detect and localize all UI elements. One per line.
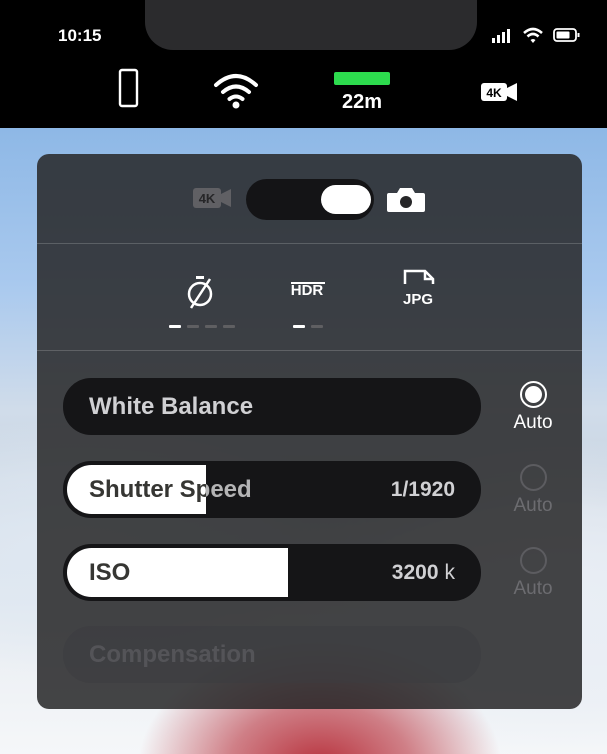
- auto-label: Auto: [513, 578, 553, 599]
- iso-value: 3200 k: [391, 561, 455, 584]
- iso-auto-toggle[interactable]: Auto: [503, 547, 563, 600]
- svg-text:HDR: HDR: [291, 282, 324, 299]
- shutter-speed-label: Shutter Speed: [89, 476, 252, 503]
- camera-icon[interactable]: [386, 187, 426, 213]
- white-balance-label: White Balance: [89, 393, 254, 420]
- wifi-icon: [214, 74, 258, 109]
- device-notch: [145, 0, 477, 50]
- auto-radio-icon[interactable]: [519, 381, 547, 408]
- system-status-icons: [492, 27, 580, 43]
- wifi-status-icon: [523, 27, 543, 43]
- iso-slider[interactable]: ISO 3200 k: [63, 544, 481, 601]
- phone-icon: [118, 68, 139, 108]
- auto-radio-icon[interactable]: [519, 464, 547, 491]
- shutter-speed-value: 1/1920: [390, 478, 455, 501]
- compensation-slider[interactable]: Compensation: [63, 626, 481, 683]
- hdr-off-icon[interactable]: HDR: [287, 278, 331, 302]
- shutter-speed-auto-toggle[interactable]: Auto: [503, 464, 563, 517]
- hdr-dots: [293, 325, 323, 328]
- storage-remaining: 22m: [342, 91, 382, 113]
- auto-label: Auto: [513, 495, 553, 516]
- compensation-label: Compensation: [89, 641, 256, 668]
- phone-battery-icon: [553, 28, 580, 42]
- clock: 10:15: [58, 26, 102, 45]
- shutter-speed-slider[interactable]: Shutter Speed 1/1920: [63, 461, 481, 518]
- white-balance-slider[interactable]: White Balance: [63, 378, 481, 435]
- svg-text:4K: 4K: [486, 86, 502, 100]
- battery-icon: 22m: [334, 72, 390, 113]
- white-balance-auto-toggle[interactable]: Auto: [503, 381, 563, 434]
- camera-status-row: 22m 4K: [118, 68, 517, 113]
- timer-dots: [169, 325, 235, 328]
- divider: [37, 350, 582, 351]
- auto-radio-icon[interactable]: [519, 547, 547, 574]
- divider: [37, 243, 582, 244]
- svg-text:JPG: JPG: [403, 291, 433, 308]
- top-bar: 10:15 22m 4K: [0, 0, 607, 128]
- iso-label: ISO: [89, 559, 131, 586]
- camera-settings-panel: 4K HDR JPG White Balance Auto Shutter Sp…: [37, 154, 582, 709]
- svg-text:4K: 4K: [199, 191, 216, 206]
- jpg-format-icon[interactable]: JPG: [401, 268, 437, 312]
- signal-icon: [492, 29, 510, 43]
- auto-label: Auto: [513, 412, 553, 433]
- toggle-knob[interactable]: [321, 185, 371, 214]
- 4k-video-icon[interactable]: 4K: [193, 188, 233, 210]
- timer-off-icon[interactable]: [185, 274, 215, 310]
- photo-video-mode-toggle[interactable]: [246, 179, 374, 220]
- 4k-video-icon: 4K: [481, 83, 517, 101]
